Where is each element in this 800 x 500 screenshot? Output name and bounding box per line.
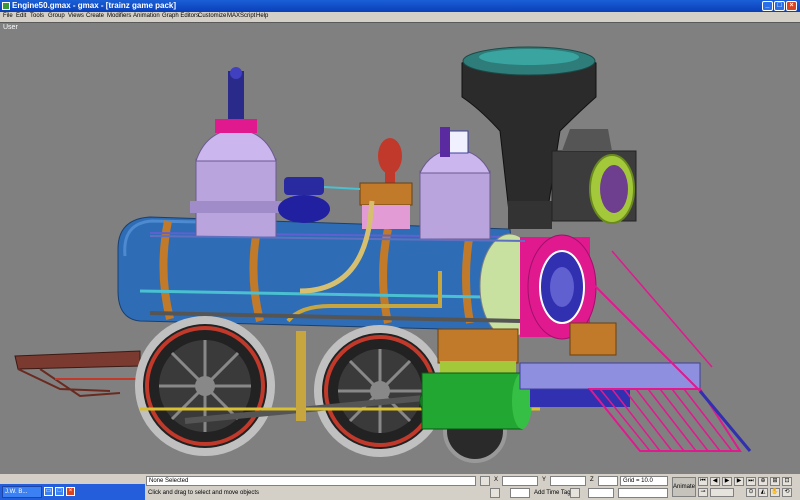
window-title: Engine50.gmax - gmax - [trainz game pack… bbox=[12, 1, 177, 10]
z-axis-label: Z bbox=[590, 477, 594, 483]
eccentric-rod bbox=[296, 331, 306, 421]
cylinder bbox=[419, 328, 532, 430]
time-field-b[interactable] bbox=[588, 488, 614, 498]
taskbar-maximize-icon[interactable]: □ bbox=[55, 487, 64, 496]
x-axis-label: X bbox=[494, 477, 499, 483]
air-pump bbox=[278, 177, 361, 223]
goto-start-icon[interactable]: ⏮ bbox=[698, 477, 708, 486]
taskbar-close-icon[interactable]: × bbox=[66, 487, 75, 496]
locomotive-3d-scene bbox=[14, 46, 752, 463]
menu-graph-editors[interactable]: Graph Editors bbox=[162, 13, 199, 19]
next-frame-icon[interactable]: ▶ bbox=[734, 477, 744, 486]
grid-size-field: Grid = 10.0 bbox=[620, 476, 668, 486]
pan-icon[interactable]: ✋ bbox=[770, 488, 780, 497]
menu-animation[interactable]: Animation bbox=[133, 13, 160, 19]
add-time-tag-button[interactable]: Add Time Tag bbox=[534, 490, 571, 496]
menu-bar: File Edit Tools Group Views Create Modif… bbox=[0, 12, 800, 22]
previous-frame-icon[interactable]: ◀ bbox=[710, 477, 720, 486]
headlamp bbox=[551, 129, 637, 224]
y-coordinate-field[interactable] bbox=[550, 476, 586, 486]
time-field-a[interactable] bbox=[510, 488, 530, 498]
taskbar-restore-icon[interactable]: ▭ bbox=[44, 487, 53, 496]
menu-modifiers[interactable]: Modifiers bbox=[107, 13, 131, 19]
menu-file[interactable]: File bbox=[3, 13, 13, 19]
animate-button[interactable]: Animate bbox=[672, 477, 696, 497]
menu-customize[interactable]: Customize bbox=[198, 13, 226, 19]
maximize-button[interactable]: □ bbox=[774, 1, 785, 11]
time-tag-icon[interactable] bbox=[490, 488, 500, 498]
menu-tools[interactable]: Tools bbox=[30, 13, 44, 19]
menu-help[interactable]: Help bbox=[256, 13, 268, 19]
menu-views[interactable]: Views bbox=[68, 13, 84, 19]
menu-maxscript[interactable]: MAXScript bbox=[227, 13, 255, 19]
selection-status: None Selected bbox=[149, 478, 189, 484]
taskbar: J.W. B... ▭ □ × bbox=[0, 484, 145, 500]
time-config-icon[interactable]: ⊙ bbox=[746, 488, 756, 497]
z-coordinate-field[interactable] bbox=[598, 476, 618, 486]
rear-drive-wheel bbox=[135, 316, 275, 456]
grid-size: Grid = 10.0 bbox=[623, 478, 653, 484]
lock-selection-icon[interactable] bbox=[480, 476, 490, 486]
taskbar-item[interactable]: J.W. B... bbox=[2, 486, 42, 498]
zoom-icon[interactable]: ⊕ bbox=[758, 477, 768, 486]
zoom-extents-icon[interactable]: ⊡ bbox=[782, 477, 792, 486]
user-viewport[interactable]: User bbox=[0, 22, 800, 475]
status-prompt: Click and drag to select and move object… bbox=[148, 490, 260, 496]
menu-group[interactable]: Group bbox=[48, 13, 65, 19]
title-bar: Engine50.gmax - gmax - [trainz game pack… bbox=[0, 0, 800, 12]
zoom-all-icon[interactable]: ⊞ bbox=[770, 477, 780, 486]
fov-icon[interactable]: ◭ bbox=[758, 488, 768, 497]
sand-dome bbox=[419, 127, 491, 240]
play-icon[interactable]: ▶ bbox=[722, 477, 732, 486]
minimize-button[interactable]: _ bbox=[762, 1, 773, 11]
gmax-app-icon bbox=[2, 2, 10, 10]
menu-edit[interactable]: Edit bbox=[16, 13, 26, 19]
y-axis-label: Y bbox=[542, 477, 547, 483]
key-filter-icon[interactable] bbox=[570, 488, 580, 498]
steam-dome bbox=[190, 67, 282, 238]
time-field-c[interactable] bbox=[618, 488, 668, 498]
orbit-icon[interactable]: ⟲ bbox=[782, 488, 792, 497]
viewport-label[interactable]: User bbox=[3, 24, 18, 31]
key-mode-icon[interactable]: ⊸ bbox=[698, 488, 708, 497]
rear-frame bbox=[14, 350, 141, 398]
x-coordinate-field[interactable] bbox=[502, 476, 538, 486]
bell-assembly bbox=[359, 138, 413, 229]
goto-end-icon[interactable]: ⏭ bbox=[746, 477, 756, 486]
selection-status-field: None Selected bbox=[146, 476, 476, 486]
menu-create[interactable]: Create bbox=[86, 13, 104, 19]
frame-field[interactable] bbox=[710, 488, 734, 497]
close-button[interactable]: × bbox=[786, 1, 797, 11]
